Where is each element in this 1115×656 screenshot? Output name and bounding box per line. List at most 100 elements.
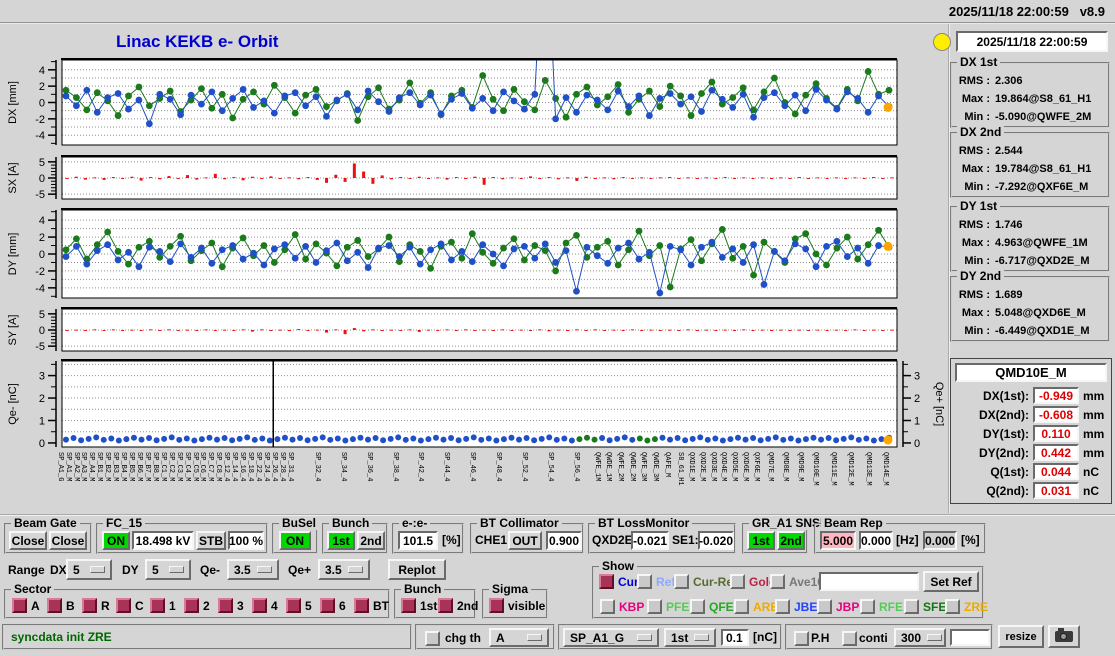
- sigma-visible-checkbox[interactable]: [489, 598, 504, 613]
- bpm-xaxis-labels: SP_A1_GSP_A1_MSP_A2_MSP_A3_MSP_A4_MSP_B1…: [0, 450, 947, 512]
- bunch-select[interactable]: 1st: [664, 628, 716, 647]
- ph-checkbox[interactable]: [794, 631, 809, 646]
- sector-checkbox-c[interactable]: [116, 598, 131, 613]
- svg-text:5: 5: [39, 157, 45, 169]
- option-menu-indicator: [637, 634, 652, 641]
- bpm-label: SP_46_4: [468, 452, 476, 481]
- svg-text:4: 4: [39, 215, 45, 227]
- camera-button[interactable]: [1048, 625, 1080, 648]
- beam-gate-close-1-button[interactable]: Close: [9, 531, 47, 550]
- sector-checkbox-4[interactable]: [252, 598, 267, 613]
- bpm-label: SP_18_4: [246, 452, 254, 481]
- acquisition-panel: P.H conti 300: [785, 624, 993, 650]
- busel-on-button[interactable]: ON: [279, 531, 311, 550]
- chg-th-checkbox[interactable]: [425, 631, 440, 646]
- bpm-label: S8_61_H1: [676, 452, 684, 486]
- sector-checkbox-1[interactable]: [150, 598, 165, 613]
- conti-checkbox[interactable]: [842, 631, 857, 646]
- show-ref-checkbox[interactable]: [637, 574, 652, 589]
- beam-gate-close-2-button[interactable]: Close: [49, 531, 87, 550]
- show-kbp-checkbox[interactable]: [600, 599, 615, 614]
- beam-rep-field-1: 5.000: [820, 531, 856, 550]
- bpm-label: QMD8E_M: [781, 452, 789, 481]
- sector-checkbox-3[interactable]: [218, 598, 233, 613]
- threshold-input[interactable]: [721, 629, 749, 646]
- option-menu-indicator: [927, 634, 942, 641]
- show-cur-ref-checkbox[interactable]: [674, 574, 689, 589]
- bpm-label: SP_A1_M: [64, 452, 72, 481]
- show-jbe-checkbox[interactable]: [775, 599, 790, 614]
- bpm-label: QWFE_1M: [593, 452, 601, 481]
- bunch-2nd-button[interactable]: 2nd: [357, 531, 385, 550]
- fc15-stb-button[interactable]: STB: [196, 531, 226, 550]
- che1-out-button[interactable]: OUT: [508, 531, 542, 550]
- show-ave10-checkbox[interactable]: [770, 574, 785, 589]
- show-jbp-checkbox[interactable]: [817, 599, 832, 614]
- show-sfe-checkbox[interactable]: [904, 599, 919, 614]
- sector-checkbox-a[interactable]: [12, 598, 27, 613]
- show-gold-checkbox[interactable]: [730, 574, 745, 589]
- bpm-label: SP_42_4: [416, 452, 424, 481]
- chg-th-panel: chg th A: [415, 624, 555, 650]
- show-zre-checkbox[interactable]: [945, 599, 960, 614]
- svg-text:2: 2: [39, 81, 45, 93]
- extra-input[interactable]: [950, 629, 990, 646]
- qxd2e-label: QXD2E:: [592, 533, 637, 547]
- show-are-checkbox[interactable]: [734, 599, 749, 614]
- bunch-item-2nd: 2nd: [438, 598, 478, 613]
- chg-th-label: chg th: [445, 631, 481, 645]
- svg-text:0: 0: [39, 98, 45, 110]
- sector-checkbox-b[interactable]: [47, 598, 62, 613]
- show-item-ave10: Ave10: [770, 574, 824, 589]
- range-qep-select[interactable]: 3.5: [318, 559, 370, 580]
- stats-panel-title: DX 2nd: [957, 125, 1004, 139]
- points-select[interactable]: 300: [894, 628, 946, 647]
- gr-a1-snsr-2nd-button[interactable]: 2nd: [777, 531, 805, 550]
- sector-checkbox-6[interactable]: [320, 598, 335, 613]
- stats-panel-title: DY 1st: [957, 199, 1000, 213]
- show-rfe-checkbox[interactable]: [860, 599, 875, 614]
- show-item-jbe: JBE: [775, 599, 817, 614]
- range-dx-select[interactable]: 5: [66, 559, 112, 580]
- resize-button[interactable]: resize: [998, 625, 1044, 648]
- stat-min: Min :-5.090@QWFE_2M: [952, 108, 1108, 126]
- replot-button[interactable]: Replot: [388, 559, 446, 580]
- show-cur-checkbox[interactable]: [599, 574, 614, 589]
- sector-checkbox-bt[interactable]: [354, 598, 369, 613]
- stat-min: Min :-6.449@QXD1E_M: [952, 322, 1108, 340]
- sp-select[interactable]: SP_A1_G: [563, 628, 659, 647]
- chg-th-select[interactable]: A: [489, 628, 549, 647]
- bunch-1st-button[interactable]: 1st: [327, 531, 355, 550]
- set-ref-button[interactable]: Set Ref: [923, 571, 979, 592]
- svg-text:1: 1: [39, 416, 45, 428]
- sector-checkbox-2[interactable]: [184, 598, 199, 613]
- ee-ratio-field: 101.5: [398, 531, 438, 550]
- sector-checkbox-5[interactable]: [286, 598, 301, 613]
- show-qfe-checkbox[interactable]: [690, 599, 705, 614]
- bunch-checkbox-1st[interactable]: [401, 598, 416, 613]
- option-menu-indicator: [90, 566, 105, 573]
- range-dy-select[interactable]: 5: [145, 559, 191, 580]
- bpm-label: QXD4E_M: [719, 452, 727, 481]
- bpm-label: QXD5E_M: [730, 452, 738, 481]
- gr-a1-snsr-1st-button[interactable]: 1st: [747, 531, 775, 550]
- monitor-row-q1: Q(1st): 0.044 nC: [951, 463, 1099, 480]
- bpm-label: SP_14_4: [230, 452, 238, 481]
- sigma-item-visible: visible: [489, 598, 545, 613]
- bpm-label: QWDE_2M: [628, 452, 636, 481]
- charge-chart: 3210Qe- [nC]3210Qe+ [nC]: [0, 354, 947, 454]
- show-pfe-checkbox[interactable]: [647, 599, 662, 614]
- sector-checkbox-r[interactable]: [82, 598, 97, 613]
- range-qem-select[interactable]: 3.5: [227, 559, 279, 580]
- bpm-label: SP_C4_M: [183, 452, 191, 481]
- sy-steering-chart: 50-5SY [A]: [0, 302, 947, 358]
- sp-select-panel: SP_A1_G 1st [nC]: [558, 624, 782, 650]
- beam-rep-field-3: 0.000: [923, 531, 957, 550]
- bunch-checkbox-2nd[interactable]: [438, 598, 453, 613]
- stats-panel-dy-1st: DY 1st RMS :1.746 Max :4.963@QWFE_1M Min…: [950, 206, 1110, 272]
- set-ref-input[interactable]: [819, 572, 919, 591]
- ee-ratio-unit: [%]: [442, 533, 461, 547]
- fc15-on-button[interactable]: ON: [102, 531, 130, 550]
- status-message: syncdata init ZRE: [4, 630, 112, 644]
- svg-text:Qe+ [nC]: Qe+ [nC]: [933, 382, 945, 426]
